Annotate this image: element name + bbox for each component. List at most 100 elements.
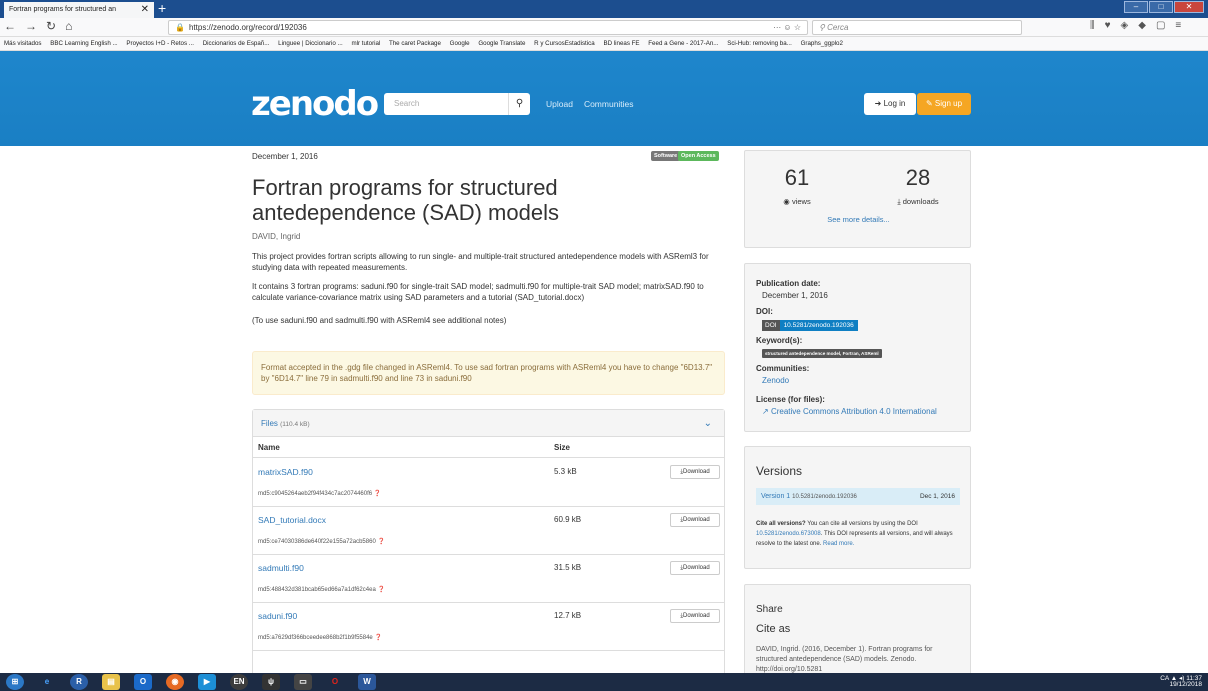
keywords-badge: structured antedependence model, Fortran… xyxy=(762,349,882,358)
file-row: matrixSAD.f90 5.3 kB ⤓Download md5:c9045… xyxy=(253,459,724,507)
community-link[interactable]: Zenodo xyxy=(762,376,789,385)
toolbar-icons: ⫼ ♥ ◈ ◆ ▢ ≡ xyxy=(1090,20,1181,31)
bookmark-item[interactable]: Graphs_ggplo2 xyxy=(801,40,843,47)
site-search-button[interactable]: ⚲ xyxy=(508,93,530,115)
license-link[interactable]: ↗ Creative Commons Attribution 4.0 Inter… xyxy=(762,407,937,416)
bookmark-item[interactable]: Más visitados xyxy=(4,40,41,47)
outlook-icon[interactable]: O xyxy=(134,674,152,690)
bookmark-item[interactable]: R y CursosEstadistica xyxy=(534,40,595,47)
read-more-link[interactable]: Read more. xyxy=(823,541,854,547)
sidebar-icon[interactable]: ▢ xyxy=(1156,20,1165,31)
start-icon[interactable]: ⊞ xyxy=(6,674,24,690)
bookmark-item[interactable]: Diccionarios de Españ... xyxy=(203,40,270,47)
bookmark-item[interactable]: Google Translate xyxy=(478,40,525,47)
software-badge: Software xyxy=(651,151,681,161)
login-button[interactable]: ➜ Log in xyxy=(864,93,916,115)
doi-badge[interactable]: DOI 10.5281/zenodo.192036 xyxy=(762,320,858,331)
bookmark-item[interactable]: BD lineas FE xyxy=(603,40,639,47)
media-icon[interactable]: ▶ xyxy=(198,674,216,690)
signup-button[interactable]: ✎ Sign up xyxy=(917,93,971,115)
help-icon[interactable]: ❓ xyxy=(374,635,381,641)
minimize-icon[interactable]: – xyxy=(1124,1,1148,13)
versions-title: Versions xyxy=(756,464,803,478)
bookmark-item[interactable]: The caret Package xyxy=(389,40,441,47)
app-icon[interactable]: ψ xyxy=(262,674,280,690)
menu-icon[interactable]: ≡ xyxy=(1175,20,1181,31)
nav-communities[interactable]: Communities xyxy=(584,99,634,109)
zenodo-logo[interactable]: zenodo xyxy=(251,84,379,124)
ie-icon[interactable]: e xyxy=(38,674,56,690)
metadata-card: Publication date: December 1, 2016 DOI: … xyxy=(744,263,971,432)
views-label: ◉ views xyxy=(783,197,811,206)
bookmark-item[interactable]: Linguee | Diccionario ... xyxy=(278,40,343,47)
file-size: 5.3 kB xyxy=(554,467,577,476)
bookmark-item[interactable]: Google xyxy=(450,40,470,47)
word-icon[interactable]: W xyxy=(358,674,376,690)
forward-icon[interactable]: → xyxy=(25,19,37,33)
chevron-down-icon[interactable]: ⌄ xyxy=(704,410,712,437)
library-icon[interactable]: ⫼ xyxy=(1090,20,1095,31)
help-icon[interactable]: ❓ xyxy=(377,539,384,545)
url-text: https://zenodo.org/record/192036 xyxy=(188,23,307,32)
browser-tab-bar: Fortran programs for structured an ✕ + –… xyxy=(0,0,1208,18)
sync-icon[interactable]: ◆ xyxy=(1138,20,1146,31)
files-table-header: Name Size xyxy=(253,438,724,458)
tab-close-icon[interactable]: ✕ xyxy=(141,2,149,18)
bookmark-item[interactable]: Sci-Hub: removing ba... xyxy=(727,40,792,47)
reload-icon[interactable]: ↻ xyxy=(46,19,56,33)
additional-notes-alert: Format accepted in the .gdg file changed… xyxy=(252,351,725,395)
site-header: zenodo Search ⚲ Upload Communities ➜ Log… xyxy=(0,51,1208,146)
file-md5: md5:c9045264aeb2f94f434c7ac2074460f6 ❓ xyxy=(258,491,382,497)
back-icon[interactable]: ← xyxy=(4,19,16,33)
files-panel-header[interactable]: Files (110.4 kB) ⌄ xyxy=(253,410,724,437)
browser-nav-bar: ← → ↻ ⌂ 🔒 https://zenodo.org/record/19203… xyxy=(0,18,1208,37)
nav-buttons: ← → ↻ ⌂ xyxy=(4,19,72,33)
download-button[interactable]: ⤓Download xyxy=(670,513,720,527)
r-icon[interactable]: R xyxy=(70,674,88,690)
file-link[interactable]: SAD_tutorial.docx xyxy=(258,515,326,525)
download-button[interactable]: ⤓Download xyxy=(670,609,720,623)
language-indicator[interactable]: CA xyxy=(1160,675,1169,682)
home-icon[interactable]: ⌂ xyxy=(65,19,72,33)
nav-upload[interactable]: Upload xyxy=(546,99,573,109)
firefox-icon[interactable]: ◉ xyxy=(166,674,184,690)
search-icon: ⚲ xyxy=(819,23,828,32)
bookmark-item[interactable]: mlr tutorial xyxy=(351,40,380,47)
file-link[interactable]: matrixSAD.f90 xyxy=(258,467,313,477)
concept-doi-link[interactable]: 10.5281/zenodo.673008 xyxy=(756,531,821,537)
language-icon[interactable]: EN xyxy=(230,674,248,690)
pubdate-value: December 1, 2016 xyxy=(762,291,828,300)
page-actions-icon[interactable]: ··· ☺ ☆ xyxy=(773,21,801,34)
folder-icon[interactable]: ▤ xyxy=(102,674,120,690)
download-button[interactable]: ⤓Download xyxy=(670,465,720,479)
bookmark-item[interactable]: Proyectos I+D - Retos ... xyxy=(126,40,194,47)
site-search-input[interactable]: Search xyxy=(384,93,508,115)
version-row[interactable]: Version 1 10.5281/zenodo.192036 Dec 1, 2… xyxy=(756,488,960,505)
opera-icon[interactable]: O xyxy=(326,674,344,690)
downloads-label: ⤓ downloads xyxy=(897,197,939,206)
help-icon[interactable]: ❓ xyxy=(377,587,384,593)
terminal-icon[interactable]: ▭ xyxy=(294,674,312,690)
url-bar[interactable]: 🔒 https://zenodo.org/record/192036 ··· ☺ … xyxy=(168,20,808,35)
license-label: License (for files): xyxy=(756,395,825,404)
browser-search-input[interactable]: ⚲ Cerca xyxy=(812,20,1022,35)
edit-icon: ✎ xyxy=(925,99,935,108)
site-nav: Upload Communities xyxy=(546,99,634,109)
file-link[interactable]: sadmulti.f90 xyxy=(258,563,304,573)
file-md5: md5:488432d381bcab65ed66a7a1df62c4ea ❓ xyxy=(258,587,385,593)
browser-tab[interactable]: Fortran programs for structured an ✕ xyxy=(4,2,154,18)
file-link[interactable]: saduni.f90 xyxy=(258,611,297,621)
pocket-icon[interactable]: ♥ xyxy=(1105,20,1111,31)
new-tab-button[interactable]: + xyxy=(158,0,166,17)
downloads-count: 28 xyxy=(905,165,931,190)
help-icon[interactable]: ❓ xyxy=(374,491,381,497)
close-window-icon[interactable]: ✕ xyxy=(1174,1,1204,13)
bookmark-item[interactable]: Feed a Gene - 2017-An... xyxy=(648,40,718,47)
extension-icon[interactable]: ◈ xyxy=(1121,20,1129,31)
see-more-details-link[interactable]: See more details... xyxy=(745,215,972,224)
maximize-icon[interactable]: □ xyxy=(1149,1,1173,13)
download-button[interactable]: ⤓Download xyxy=(670,561,720,575)
description-paragraph: It contains 3 fortran programs: saduni.f… xyxy=(252,282,704,302)
bookmark-item[interactable]: BBC Learning English ... xyxy=(50,40,117,47)
description-paragraph: (To use saduni.f90 and sadmulti.f90 with… xyxy=(252,316,507,325)
